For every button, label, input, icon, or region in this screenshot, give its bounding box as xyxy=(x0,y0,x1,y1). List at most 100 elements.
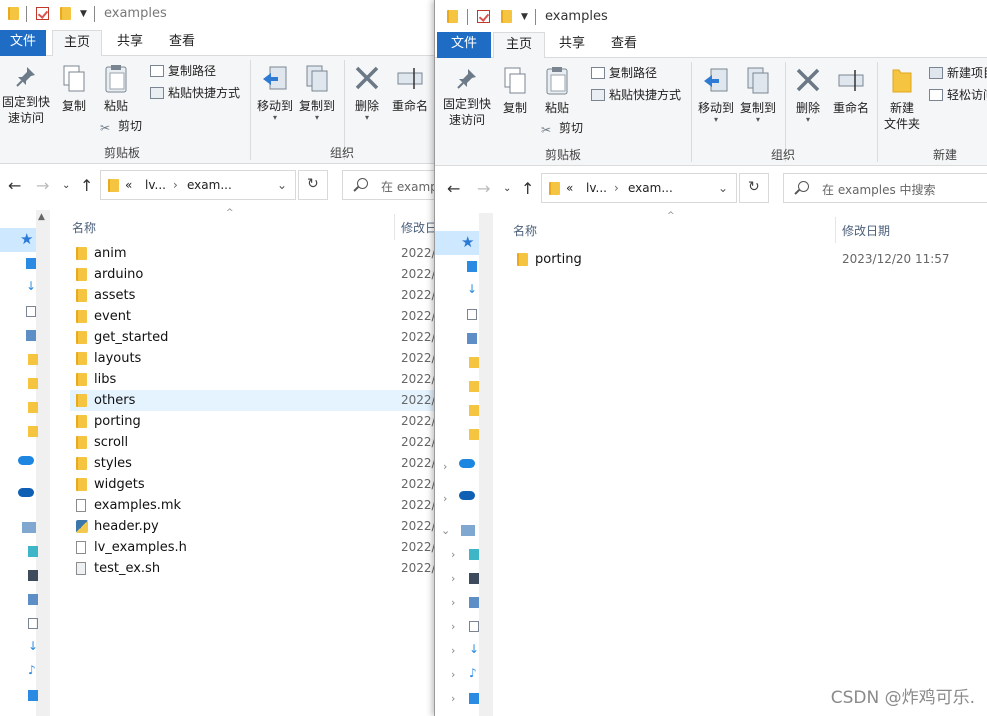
nav-pictures[interactable] xyxy=(0,324,36,348)
nav-music[interactable]: ♪ xyxy=(0,660,36,684)
nav-quick-access[interactable]: ★ xyxy=(0,228,36,252)
column-date-header[interactable]: 修改日期 xyxy=(842,222,890,239)
nav-3d-objects[interactable] xyxy=(0,540,38,564)
nav-folder[interactable] xyxy=(435,351,479,375)
file-row[interactable]: anim 2022/ xyxy=(70,243,440,264)
column-name-header[interactable]: 名称 xyxy=(72,219,96,236)
nav-3d-objects[interactable]: › xyxy=(435,543,479,567)
copy-button[interactable]: 复制 xyxy=(497,66,533,116)
pin-quick-access-button[interactable]: 固定到快 速访问 xyxy=(441,66,493,128)
expand-chevron-icon[interactable]: › xyxy=(451,620,455,633)
file-row[interactable]: arduino 2022/ xyxy=(70,264,440,285)
expand-chevron-icon[interactable]: › xyxy=(451,572,455,585)
new-item-button[interactable]: 新建项目 xyxy=(929,65,987,81)
nav-documents[interactable] xyxy=(0,300,36,324)
nav-folder[interactable] xyxy=(0,372,38,396)
tab-view[interactable]: 查看 xyxy=(599,32,649,58)
nav-pictures[interactable] xyxy=(0,588,38,612)
column-name-header[interactable]: 名称 xyxy=(513,222,537,239)
new-folder-button[interactable]: 新建 文件夹 xyxy=(881,66,923,132)
column-resize-handle[interactable] xyxy=(394,214,395,240)
expand-chevron-icon[interactable]: › xyxy=(451,668,455,681)
file-row[interactable]: others 2022/ xyxy=(70,390,440,411)
easy-access-button[interactable]: 轻松访问 xyxy=(929,87,987,103)
scroll-up-icon[interactable]: ▲ xyxy=(38,212,45,222)
collapse-chevron-icon[interactable]: ⌄ xyxy=(441,524,450,537)
paste-shortcut-button[interactable]: 粘贴快捷方式 xyxy=(150,85,240,101)
paste-shortcut-button[interactable]: 粘贴快捷方式 xyxy=(591,87,681,103)
nav-onedrive[interactable]: › xyxy=(435,455,475,479)
move-to-button[interactable]: 移动到 ▾ xyxy=(697,66,735,124)
tab-share[interactable]: 共享 xyxy=(106,30,154,56)
breadcrumb-examples[interactable]: exam... xyxy=(628,181,673,195)
tab-share[interactable]: 共享 xyxy=(547,32,597,58)
expand-chevron-icon[interactable]: › xyxy=(451,596,455,609)
up-button[interactable]: ↑ xyxy=(80,176,93,195)
recent-locations-icon[interactable]: ⌄ xyxy=(503,183,511,194)
up-button[interactable]: ↑ xyxy=(521,179,534,198)
recent-locations-icon[interactable]: ⌄ xyxy=(62,180,70,191)
address-box[interactable]: « lv... › exam... ⌄ xyxy=(100,170,296,200)
expand-chevron-icon[interactable]: › xyxy=(451,692,455,705)
tab-home[interactable]: 主页 xyxy=(493,32,545,59)
tab-file[interactable]: 文件 xyxy=(437,32,491,58)
nav-downloads[interactable]: ↓ xyxy=(0,276,36,300)
properties-icon[interactable] xyxy=(477,10,490,23)
copy-to-button[interactable]: 复制到 ▾ xyxy=(739,66,777,124)
tab-file[interactable]: 文件 xyxy=(0,30,46,56)
file-row[interactable]: libs 2022/ xyxy=(70,369,440,390)
nav-downloads[interactable]: ↓ xyxy=(0,636,38,660)
back-button[interactable]: ← xyxy=(8,176,21,195)
nav-folder[interactable] xyxy=(435,399,479,423)
address-dropdown-icon[interactable]: ⌄ xyxy=(718,181,728,195)
breadcrumb-overflow[interactable]: « xyxy=(566,181,573,195)
nav-quick-access[interactable]: ★ xyxy=(435,231,479,255)
new-folder-icon[interactable] xyxy=(501,10,512,23)
nav-pictures[interactable]: › xyxy=(435,591,479,615)
forward-button[interactable]: → xyxy=(36,176,49,195)
copy-path-button[interactable]: 复制路径 xyxy=(150,63,216,79)
tab-view[interactable]: 查看 xyxy=(158,30,206,56)
address-dropdown-icon[interactable]: ⌄ xyxy=(277,178,287,192)
customize-toolbar-icon[interactable]: ▼ xyxy=(521,12,528,22)
cut-button[interactable]: ✂ 剪切 xyxy=(100,118,142,135)
nav-this-pc[interactable]: ⌄ xyxy=(435,519,475,543)
move-to-button[interactable]: 移动到 ▾ xyxy=(256,64,294,122)
copy-button[interactable]: 复制 xyxy=(56,64,92,114)
nav-videos[interactable] xyxy=(0,564,38,588)
nav-this-pc[interactable] xyxy=(0,516,36,540)
nav-desktop[interactable]: › xyxy=(435,687,479,711)
breadcrumb-lv[interactable]: lv... xyxy=(586,181,607,195)
search-box[interactable]: 在 examp xyxy=(342,170,440,200)
refresh-button[interactable]: ↻ xyxy=(298,170,328,200)
nav-desktop[interactable] xyxy=(0,252,36,276)
delete-button[interactable]: 删除 ▾ xyxy=(350,64,384,122)
paste-button[interactable]: 粘贴 xyxy=(98,64,134,114)
column-date-header[interactable]: 修改日 xyxy=(401,219,437,236)
nav-onedrive[interactable] xyxy=(0,484,36,508)
nav-folder[interactable] xyxy=(0,420,38,444)
nav-folder[interactable] xyxy=(0,396,38,420)
forward-button[interactable]: → xyxy=(477,179,490,198)
file-row[interactable]: event 2022/ xyxy=(70,306,440,327)
cut-button[interactable]: ✂ 剪切 xyxy=(541,120,583,137)
file-row[interactable]: scroll 2022/ xyxy=(70,432,440,453)
properties-icon[interactable] xyxy=(36,7,49,20)
nav-folder[interactable] xyxy=(435,375,479,399)
file-row[interactable]: styles 2022/ xyxy=(70,453,440,474)
file-row[interactable]: porting 2023/12/20 11:57 xyxy=(511,249,987,270)
file-row[interactable]: assets 2022/ xyxy=(70,285,440,306)
nav-folder[interactable] xyxy=(0,348,38,372)
customize-toolbar-icon[interactable]: ▼ xyxy=(80,9,87,19)
nav-downloads[interactable]: ↓ xyxy=(435,279,477,303)
expand-chevron-icon[interactable]: › xyxy=(443,460,447,473)
nav-desktop[interactable] xyxy=(0,684,38,708)
nav-downloads[interactable]: › ↓ xyxy=(435,639,479,663)
refresh-button[interactable]: ↻ xyxy=(739,173,769,203)
nav-desktop[interactable] xyxy=(435,255,477,279)
address-box[interactable]: « lv... › exam... ⌄ xyxy=(541,173,737,203)
nav-scrollbar[interactable] xyxy=(479,213,493,716)
nav-documents[interactable] xyxy=(0,612,38,636)
file-row[interactable]: test_ex.sh 2022/ xyxy=(70,558,440,579)
file-row[interactable]: porting 2022/ xyxy=(70,411,440,432)
